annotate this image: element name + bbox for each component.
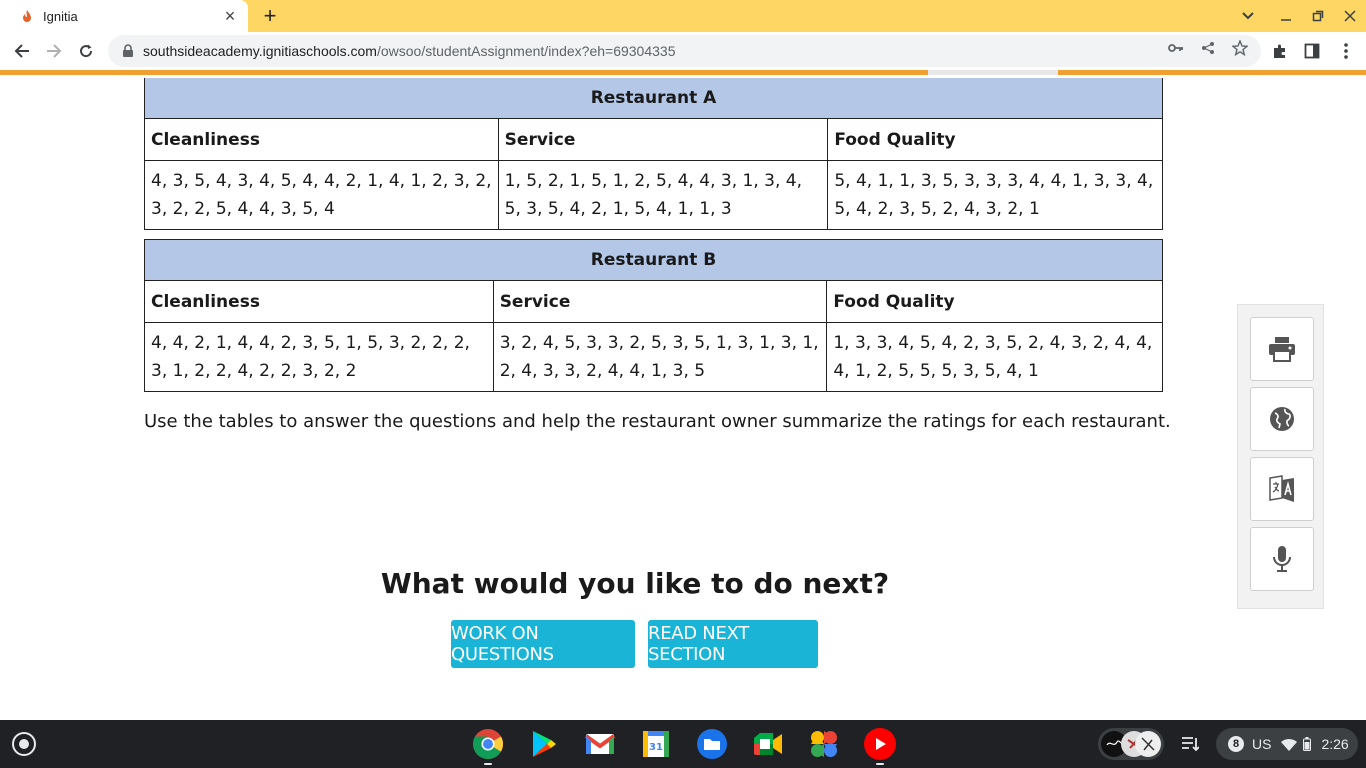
tab-title: Ignitia [43,8,78,24]
bookmark-star-icon[interactable] [1232,40,1248,56]
svg-text:31: 31 [649,742,663,753]
work-on-questions-button[interactable]: WORK ON QUESTIONS [451,620,635,668]
column-header-food-quality: Food Quality [826,280,1163,323]
table-title: Restaurant A [144,78,1163,119]
service-ratings: 3, 2, 4, 5, 3, 3, 2, 5, 3, 5, 1, 3, 1, 3… [492,322,828,392]
table-row: 4, 4, 2, 1, 4, 4, 2, 3, 5, 1, 5, 3, 2, 2… [144,322,1163,392]
back-icon[interactable] [9,38,35,64]
reload-icon[interactable] [73,38,99,64]
tools-panel [1237,304,1324,609]
close-tab-icon[interactable]: × [220,6,240,26]
address-bar[interactable]: southsideacademy.ignitiaschools.com/owso… [108,35,1261,67]
files-icon[interactable] [696,728,728,760]
cleanliness-ratings: 4, 4, 2, 1, 4, 4, 2, 3, 5, 1, 5, 3, 2, 2… [144,322,494,392]
calendar-icon[interactable]: 31 [640,728,672,760]
translate-button[interactable] [1250,457,1314,521]
read-next-section-button[interactable]: READ NEXT SECTION [648,620,818,668]
ignitia-flame-icon [23,10,31,22]
url-text: southsideacademy.ignitiaschools.com/owso… [143,43,675,59]
url-host: southsideacademy.ignitiaschools.com [143,43,377,59]
password-key-icon[interactable] [1168,40,1184,56]
youtube-active-indicator [876,763,884,765]
close-window-icon[interactable] [1338,4,1362,28]
status-tray[interactable]: 8 US 2:26 [1216,728,1358,760]
tab-search-icon[interactable] [1236,4,1260,28]
meet-icon[interactable] [752,728,784,760]
menu-kebab-icon[interactable] [1336,41,1356,61]
print-button[interactable] [1250,317,1314,381]
column-header-cleanliness: Cleanliness [144,118,499,161]
microphone-icon [1273,546,1291,572]
gmail-icon[interactable] [584,728,616,760]
browser-toolbar: southsideacademy.ignitiaschools.com/owso… [0,32,1366,70]
cleanliness-ratings: 4, 3, 5, 4, 3, 4, 5, 4, 4, 2, 1, 4, 1, 2… [144,160,499,230]
restaurant-a-table: Restaurant A Cleanliness Service Food Qu… [144,78,1163,230]
globe-icon [1270,407,1294,431]
wifi-icon [1281,738,1298,751]
service-ratings: 1, 5, 2, 1, 5, 1, 2, 5, 4, 4, 3, 1, 3, 4… [497,160,829,230]
restaurant-b-table: Restaurant B Cleanliness Service Food Qu… [144,239,1163,392]
extensions-puzzle-icon[interactable] [1270,41,1290,61]
tote-icon[interactable] [1180,734,1200,754]
instructions-text: Use the tables to answer the questions a… [144,411,1171,432]
photos-icon[interactable] [808,728,840,760]
os-shelf: 31 8 US 2:26 [0,720,1366,768]
column-header-cleanliness: Cleanliness [144,280,494,323]
next-step-heading: What would you like to do next? [380,567,890,600]
keyboard-layout: US [1252,736,1272,752]
translate-icon [1269,475,1294,502]
share-icon[interactable] [1200,40,1216,56]
lock-icon [123,44,133,57]
minimize-icon[interactable] [1274,4,1298,28]
clock: 2:26 [1321,736,1349,752]
microphone-button[interactable] [1250,527,1314,591]
launcher-icon[interactable] [12,732,36,756]
food-quality-ratings: 1, 3, 3, 4, 5, 4, 2, 3, 5, 2, 4, 3, 2, 4… [826,322,1163,392]
printer-icon [1269,337,1295,362]
table-row: 4, 3, 5, 4, 3, 4, 5, 4, 4, 2, 1, 4, 1, 2… [144,160,1163,230]
avatar-icon [1101,731,1161,757]
tab-strip: Ignitia × + [0,0,1366,32]
column-header-food-quality: Food Quality [827,118,1163,161]
notification-count: 8 [1228,736,1244,752]
youtube-icon[interactable] [864,728,896,760]
table-title: Restaurant B [144,239,1163,281]
url-path: /owsoo/studentAssignment/index?eh=693043… [376,43,676,59]
forward-icon[interactable] [41,38,67,64]
column-header-service: Service [492,280,828,323]
chrome-active-indicator [484,763,492,765]
user-avatars[interactable] [1098,728,1164,760]
battery-icon [1303,737,1312,751]
food-quality-ratings: 5, 4, 1, 1, 3, 5, 3, 3, 3, 4, 4, 1, 3, 3… [827,160,1163,230]
side-panel-icon[interactable] [1302,41,1322,61]
page-content: Restaurant A Cleanliness Service Food Qu… [0,75,1366,720]
tab-ignitia[interactable]: Ignitia × [0,0,248,32]
restore-icon[interactable] [1306,4,1330,28]
play-store-icon[interactable] [528,728,560,760]
new-tab-icon[interactable]: + [258,3,282,28]
column-header-service: Service [497,118,829,161]
chrome-icon[interactable] [472,728,504,760]
translate-globe-button[interactable] [1250,387,1314,451]
